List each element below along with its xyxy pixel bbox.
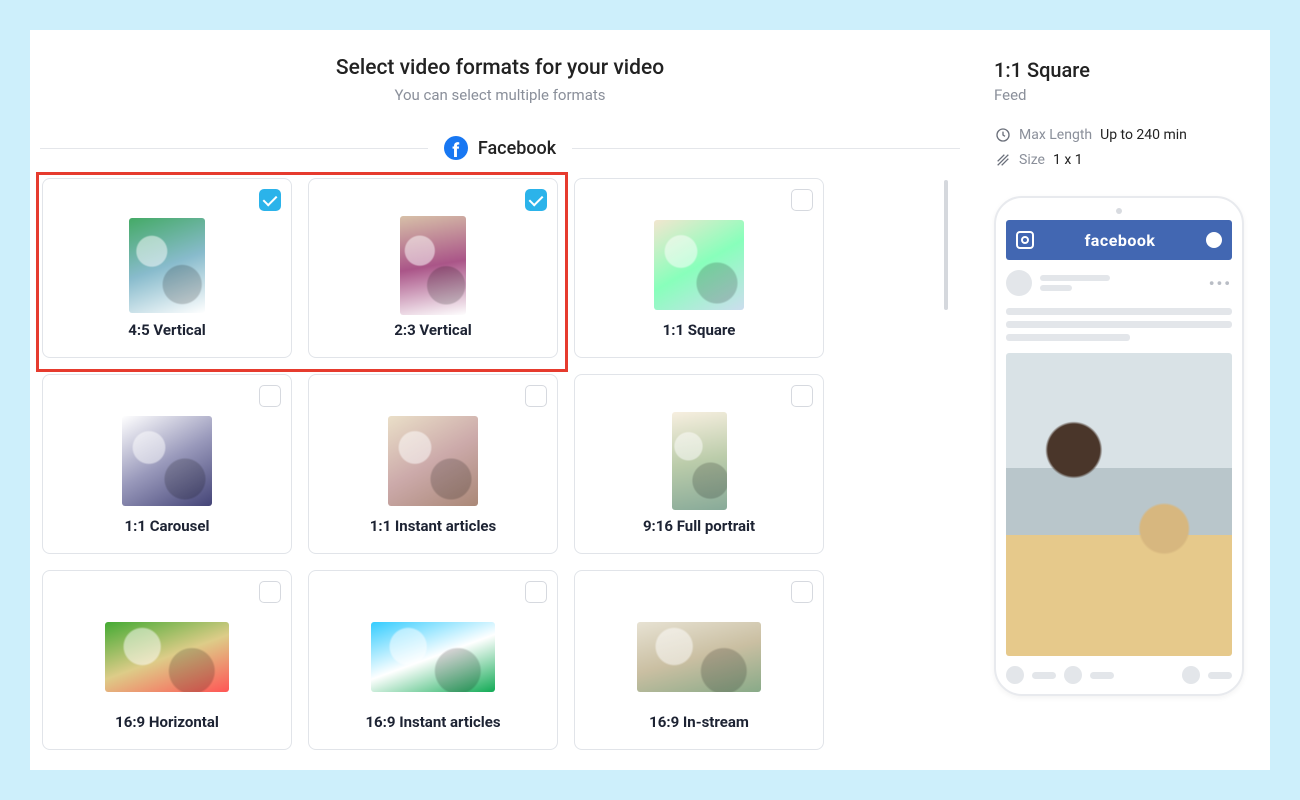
details-meta: Max Length Up to 240 min Size 1 x 1 [994,126,1252,168]
format-thumbnail [105,601,229,713]
details-title: 1:1 Square [994,58,1252,82]
preview-post-footer [1006,666,1232,684]
scrollbar[interactable] [944,180,948,310]
format-checkbox[interactable] [525,581,547,603]
format-thumbnail [672,405,727,517]
format-card[interactable]: 2:3 Vertical [308,178,558,358]
format-thumbnail [400,209,466,321]
format-checkbox[interactable] [791,189,813,211]
platform-divider: f Facebook [40,136,960,160]
format-checkbox[interactable] [525,385,547,407]
format-grid-wrap: 4:5 Vertical 2:3 Vertical 1:1 Square 1:1 Ca… [42,178,960,750]
avatar [1006,270,1032,296]
format-label: 1:1 Instant articles [370,517,497,553]
messenger-icon [1206,232,1222,248]
format-card[interactable]: 16:9 Horizontal [42,570,292,750]
format-thumbnail [129,209,205,321]
facebook-icon: f [444,136,468,160]
divider-line [572,148,960,149]
format-label: 16:9 Instant articles [365,713,500,749]
page-title: Select video formats for your video [40,56,960,80]
platform-name: Facebook [478,138,556,159]
format-card[interactable]: 4:5 Vertical [42,178,292,358]
format-checkbox[interactable] [259,581,281,603]
format-grid: 4:5 Vertical 2:3 Vertical 1:1 Square 1:1 Ca… [42,178,960,750]
format-thumbnail [371,601,495,713]
app-container: Select video formats for your video You … [30,30,1270,770]
main-panel: Select video formats for your video You … [30,30,970,770]
format-label: 1:1 Square [663,321,736,357]
format-label: 1:1 Carousel [125,517,210,553]
format-thumbnail [654,209,744,321]
page-subtitle: You can select multiple formats [40,86,960,104]
header: Select video formats for your video You … [40,56,960,104]
preview-body-lines [1006,308,1232,341]
format-checkbox[interactable] [525,189,547,211]
meta-value: Up to 240 min [1100,127,1187,143]
format-thumbnail [637,601,761,713]
format-label: 16:9 In-stream [649,713,749,749]
platform-label: f Facebook [428,136,572,160]
format-checkbox[interactable] [259,385,281,407]
meta-size: Size 1 x 1 [994,151,1252,168]
preview-name-lines [1040,275,1110,291]
preview-app-header: facebook [1006,220,1232,260]
camera-icon [1016,231,1034,249]
format-card[interactable]: 1:1 Instant articles [308,374,558,554]
format-label: 2:3 Vertical [394,321,471,357]
meta-label: Max Length [1019,127,1092,143]
format-card[interactable]: 16:9 In-stream [574,570,824,750]
format-card[interactable]: 16:9 Instant articles [308,570,558,750]
divider-line [40,148,428,149]
format-thumbnail [122,405,212,517]
format-checkbox[interactable] [259,189,281,211]
format-checkbox[interactable] [791,385,813,407]
format-checkbox[interactable] [791,581,813,603]
preview-post-image [1006,353,1232,656]
format-label: 9:16 Full portrait [643,517,755,553]
format-card[interactable]: 1:1 Carousel [42,374,292,554]
format-thumbnail [388,405,478,517]
phone-preview: facebook ••• [994,196,1244,696]
preview-post-header: ••• [1006,270,1232,296]
meta-max-length: Max Length Up to 240 min [994,126,1252,143]
preview-brand: facebook [1085,231,1156,250]
format-card[interactable]: 9:16 Full portrait [574,374,824,554]
format-label: 4:5 Vertical [128,321,205,357]
phone-speaker [1006,208,1232,214]
details-panel: 1:1 Square Feed Max Length Up to 240 min… [970,30,1270,770]
dimensions-icon [994,151,1011,168]
meta-value: 1 x 1 [1053,152,1083,168]
format-card[interactable]: 1:1 Square [574,178,824,358]
details-placement: Feed [994,86,1252,104]
format-label: 16:9 Horizontal [115,713,219,749]
more-icon: ••• [1209,274,1232,293]
clock-icon [994,126,1011,143]
meta-label: Size [1019,152,1045,168]
